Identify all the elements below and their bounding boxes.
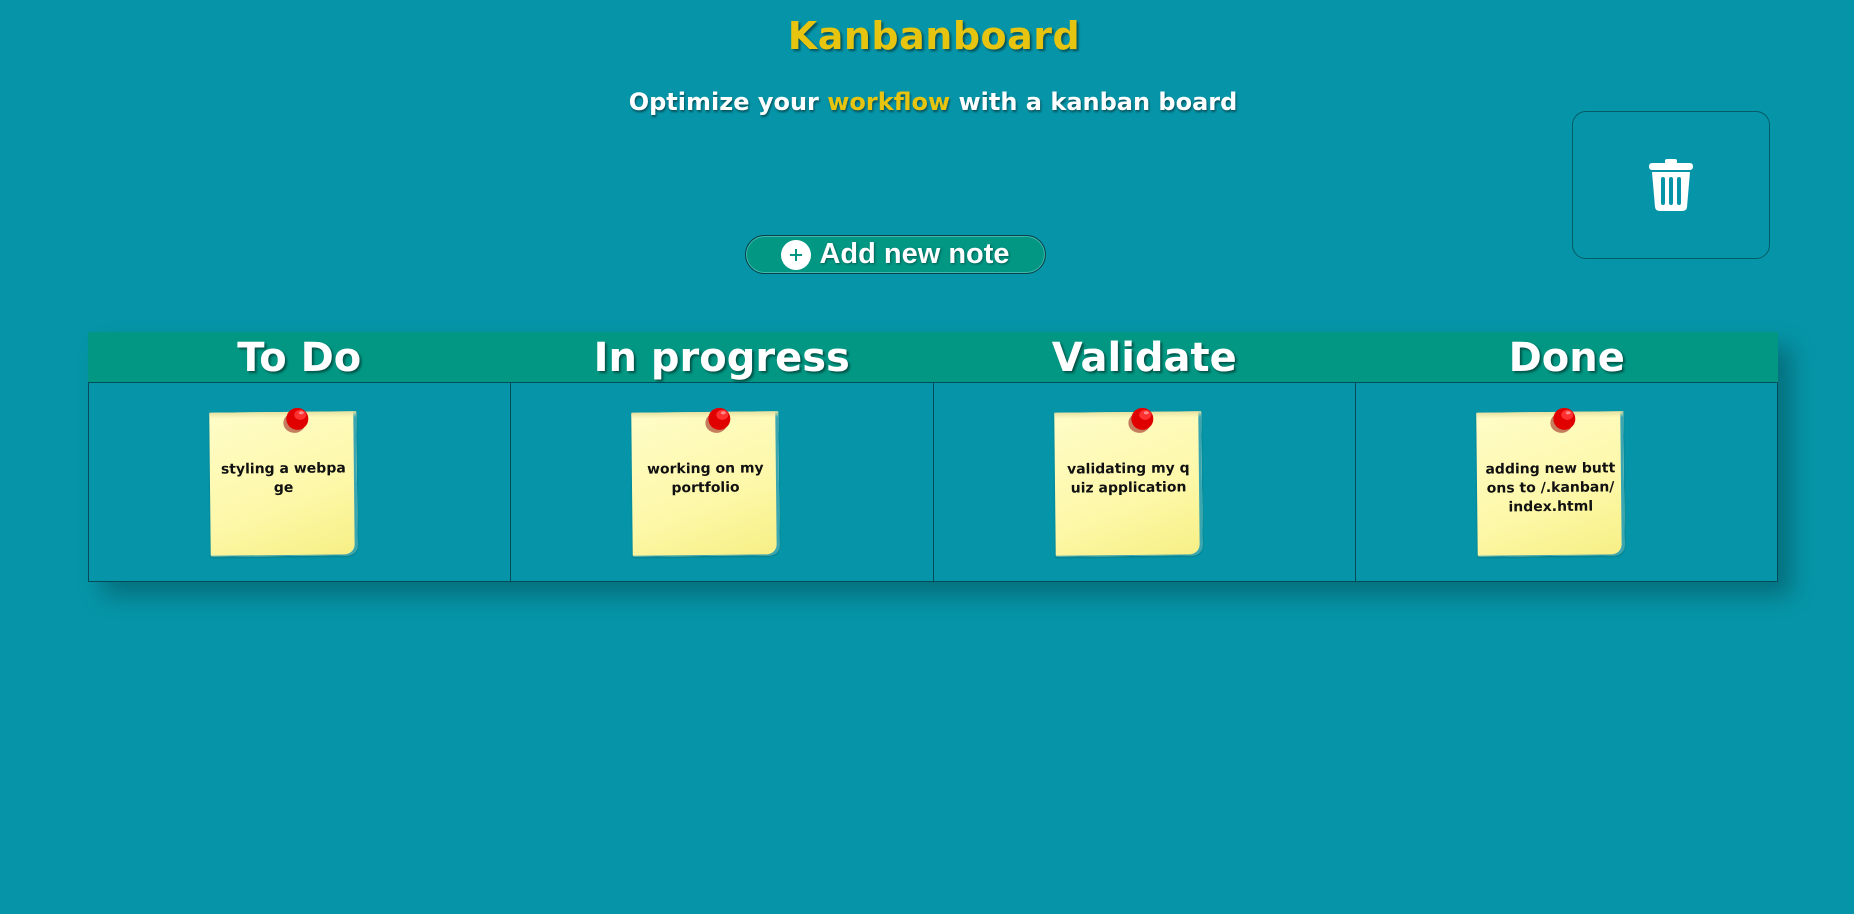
trash-icon — [1649, 159, 1693, 211]
column-todo[interactable]: styling a webpage — [89, 383, 512, 581]
board-header: To Do In progress Validate Done — [88, 332, 1778, 382]
note-text: working on my portfolio — [647, 460, 764, 497]
note-text: styling a webpage — [220, 460, 346, 497]
add-new-note-button[interactable]: Add new note — [745, 235, 1046, 274]
trash-dropzone[interactable] — [1572, 111, 1770, 259]
kanban-board: To Do In progress Validate Done styling … — [88, 332, 1778, 582]
pushpin-icon — [705, 407, 731, 433]
subtitle-text-start: Optimize your — [628, 88, 828, 116]
column-title-done: Done — [1508, 335, 1625, 381]
column-title-todo: To Do — [237, 335, 362, 381]
subtitle-highlight: workflow — [827, 88, 951, 116]
sticky-note[interactable]: validating my quiz application — [1053, 407, 1203, 557]
kanban-page: Kanbanboard Optimize your workflow with … — [0, 0, 1854, 914]
pushpin-icon — [1550, 407, 1576, 433]
plus-circle-icon — [781, 239, 812, 270]
note-text: adding new buttons to /.kanban/index.htm… — [1485, 460, 1616, 516]
column-title-in-progress: In progress — [593, 335, 850, 381]
page-subtitle: Optimize your workflow with a kanban boa… — [0, 88, 1854, 116]
pushpin-icon — [1127, 407, 1153, 433]
subtitle-text-end: with a kanban board — [950, 88, 1238, 116]
column-done[interactable]: adding new buttons to /.kanban/index.htm… — [1356, 383, 1777, 581]
note-text: validating my quiz application — [1066, 460, 1190, 497]
page-title: Kanbanboard — [787, 14, 1081, 58]
column-in-progress[interactable]: working on my portfolio — [511, 383, 934, 581]
sticky-note[interactable]: styling a webpage — [209, 407, 358, 557]
sticky-note[interactable]: adding new buttons to /.kanban/index.htm… — [1476, 407, 1625, 557]
column-title-validate: Validate — [1051, 335, 1237, 381]
board-body: styling a webpage working on my portfoli… — [88, 382, 1778, 582]
add-new-note-label: Add new note — [819, 238, 1010, 270]
pushpin-icon — [283, 407, 309, 433]
sticky-note[interactable]: working on my portfolio — [631, 407, 780, 557]
column-validate[interactable]: validating my quiz application — [934, 383, 1356, 581]
